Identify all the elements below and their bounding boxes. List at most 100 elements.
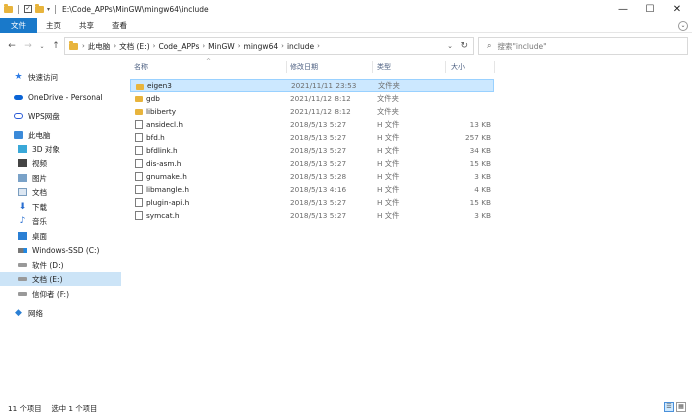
tab-home[interactable]: 主页 — [37, 18, 70, 33]
large-icons-view-icon[interactable]: ▦ — [676, 402, 686, 412]
column-header-type[interactable]: 类型 — [377, 60, 391, 74]
file-row[interactable]: libiberty 2021/11/12 8:12 文件夹 — [130, 105, 494, 118]
file-row[interactable]: eigen3 2021/11/11 23:53 文件夹 — [130, 79, 494, 92]
breadcrumb-mingw64[interactable]: mingw64 — [244, 42, 279, 51]
column-divider[interactable] — [494, 61, 495, 73]
file-date: 2018/5/13 4:16 — [290, 185, 347, 194]
desktop-icon — [18, 232, 27, 240]
details-view-icon[interactable]: ☰ — [664, 402, 674, 412]
refresh-icon[interactable]: ↻ — [460, 41, 468, 51]
nav-item-3d-objects[interactable]: 3D 对象 — [18, 142, 140, 156]
nav-item-label: 桌面 — [32, 231, 47, 241]
drive-icon — [18, 292, 27, 296]
nav-item-label: 音乐 — [32, 216, 47, 226]
nav-item-pictures[interactable]: 图片 — [18, 171, 140, 185]
forward-button[interactable]: → — [22, 41, 34, 51]
properties-icon[interactable]: ✓ — [24, 5, 32, 13]
file-icon — [135, 172, 143, 181]
chevron-right-icon[interactable]: › — [113, 42, 116, 50]
file-size: 34 KB — [469, 146, 491, 155]
nav-item-label: 信仰者 (F:) — [32, 289, 69, 299]
picture-icon — [18, 174, 27, 182]
tab-view[interactable]: 查看 — [103, 18, 136, 33]
file-row[interactable]: gnumake.h 2018/5/13 5:28 H 文件 3 KB — [130, 170, 494, 183]
column-header-name[interactable]: 名称 — [134, 60, 148, 74]
nav-item-label: 此电脑 — [28, 130, 51, 140]
file-size: 15 KB — [469, 159, 491, 168]
sort-ascending-icon: ^ — [206, 58, 212, 65]
chevron-right-icon[interactable]: › — [281, 42, 284, 50]
recent-locations-button[interactable]: ⌄ — [36, 43, 48, 50]
file-row[interactable]: bfd.h 2018/5/13 5:27 H 文件 257 KB — [130, 131, 494, 144]
tab-share[interactable]: 共享 — [70, 18, 103, 33]
breadcrumb-this-pc[interactable]: 此电脑 — [88, 41, 111, 52]
file-name: libiberty — [146, 107, 177, 116]
nav-item-wps-drive[interactable]: WPS网盘 — [14, 109, 136, 123]
divider — [55, 4, 57, 14]
file-row[interactable]: bfdlink.h 2018/5/13 5:27 H 文件 34 KB — [130, 144, 494, 157]
chevron-right-icon[interactable]: › — [82, 42, 85, 50]
tab-file[interactable]: 文件 — [0, 17, 37, 33]
nav-item-videos[interactable]: 视频 — [18, 156, 140, 170]
nav-item-network[interactable]: ◆ 网络 — [14, 306, 136, 320]
file-name: gnumake.h — [146, 172, 187, 181]
close-button[interactable]: ✕ — [662, 0, 692, 18]
up-button[interactable]: ↑ — [50, 41, 62, 51]
file-name: gdb — [146, 94, 160, 103]
nav-item-drive-c[interactable]: Windows-SSD (C:) — [18, 243, 140, 257]
file-type: H 文件 — [377, 119, 400, 129]
file-row[interactable]: gdb 2021/11/12 8:12 文件夹 — [130, 92, 494, 105]
nav-item-desktop[interactable]: 桌面 — [18, 229, 140, 243]
nav-item-music[interactable]: ♪ 音乐 — [18, 214, 140, 228]
file-type: H 文件 — [377, 197, 400, 207]
breadcrumb-include[interactable]: include — [287, 42, 314, 51]
nav-item-onedrive[interactable]: OneDrive - Personal — [14, 90, 136, 104]
search-box[interactable]: ⌕ 搜索"include" — [478, 37, 688, 55]
new-folder-icon[interactable] — [35, 3, 44, 13]
column-header-size[interactable]: 大小 — [451, 60, 465, 74]
nav-item-label: 文档 — [32, 187, 47, 197]
breadcrumb-drive-e[interactable]: 文档 (E:) — [119, 41, 150, 52]
address-dropdown-icon[interactable]: ⌄ — [447, 42, 453, 50]
nav-item-drive-d[interactable]: 软件 (D:) — [18, 258, 122, 272]
minimize-button[interactable]: — — [608, 0, 638, 18]
file-row[interactable]: dis-asm.h 2018/5/13 5:27 H 文件 15 KB — [130, 157, 494, 170]
divider — [18, 4, 19, 14]
file-row[interactable]: ansidecl.h 2018/5/13 5:27 H 文件 13 KB — [130, 118, 494, 131]
nav-item-drive-f[interactable]: 信仰者 (F:) — [18, 287, 122, 301]
breadcrumb-code-apps[interactable]: Code_APPs — [158, 42, 199, 51]
maximize-button[interactable]: ☐ — [635, 0, 665, 18]
file-date: 2018/5/13 5:27 — [290, 146, 347, 155]
customize-toolbar-icon[interactable]: ▾ — [47, 6, 50, 13]
chevron-right-icon[interactable]: › — [153, 42, 156, 50]
windows-drive-icon — [18, 247, 27, 253]
file-row[interactable]: symcat.h 2018/5/13 5:27 H 文件 3 KB — [130, 209, 494, 222]
status-bar: 11 个项目 选中 1 个项目 — [0, 400, 692, 418]
back-button[interactable]: ← — [6, 41, 18, 51]
column-divider[interactable] — [286, 61, 287, 73]
nav-item-quick-access[interactable]: ★ 快速访问 — [14, 70, 136, 84]
nav-item-downloads[interactable]: ⬇ 下载 — [18, 200, 140, 214]
file-date: 2018/5/13 5:27 — [290, 211, 347, 220]
address-bar[interactable]: › 此电脑 › 文档 (E:) › Code_APPs › MinGW › mi… — [64, 37, 474, 55]
file-date: 2018/5/13 5:28 — [290, 172, 347, 181]
file-row[interactable]: libmangle.h 2018/5/13 4:16 H 文件 4 KB — [130, 183, 494, 196]
nav-item-drive-e[interactable]: 文档 (E:) — [0, 272, 121, 286]
column-header-date[interactable]: 修改日期 — [290, 60, 318, 74]
file-name: bfdlink.h — [146, 146, 178, 155]
file-row[interactable]: plugin-api.h 2018/5/13 5:27 H 文件 15 KB — [130, 196, 494, 209]
nav-item-label: 软件 (D:) — [32, 260, 64, 270]
nav-item-documents[interactable]: 文档 — [18, 185, 140, 199]
file-type: H 文件 — [377, 171, 400, 181]
nav-item-this-pc[interactable]: 此电脑 — [14, 128, 136, 142]
chevron-right-icon[interactable]: › — [238, 42, 241, 50]
file-type: 文件夹 — [377, 93, 399, 103]
column-divider[interactable] — [445, 61, 446, 73]
expand-ribbon-icon[interactable]: ⌄ — [678, 21, 688, 31]
column-divider[interactable] — [372, 61, 373, 73]
chevron-right-icon[interactable]: › — [202, 42, 205, 50]
chevron-right-icon[interactable]: › — [317, 42, 320, 50]
file-type: H 文件 — [377, 145, 400, 155]
file-name: bfd.h — [146, 133, 165, 142]
breadcrumb-mingw[interactable]: MinGW — [208, 42, 235, 51]
